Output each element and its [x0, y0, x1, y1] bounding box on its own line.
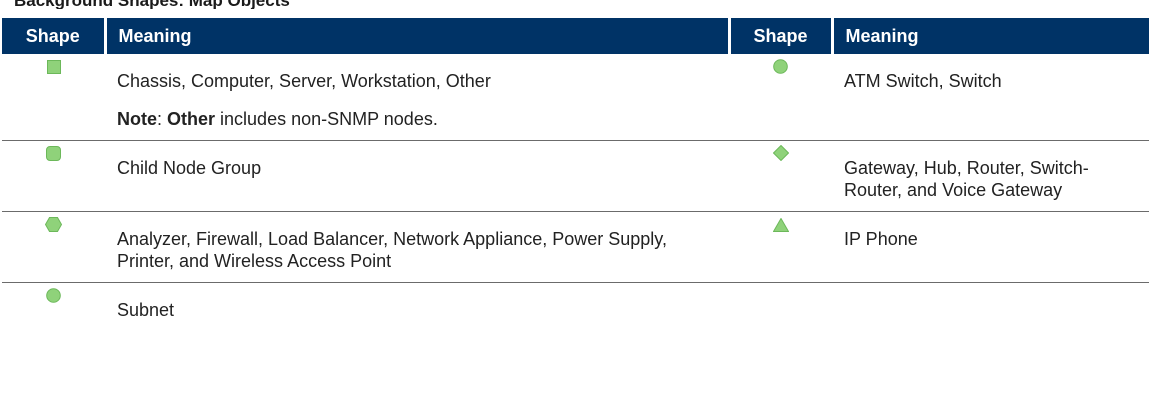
- square-icon: [46, 60, 61, 74]
- empty-cell: [729, 283, 832, 332]
- circle-icon: [773, 59, 788, 74]
- note-term: Other: [167, 109, 216, 129]
- shape-column-header: Shape: [727, 18, 832, 54]
- shape-cell: [729, 140, 832, 212]
- shape-column-header: Shape: [2, 18, 105, 54]
- meaning-cell: IP Phone: [832, 211, 1149, 283]
- shape-cell: [729, 54, 832, 141]
- note-label: Note: [117, 109, 157, 129]
- diamond-icon: [772, 145, 789, 161]
- triangle-icon: [772, 218, 789, 232]
- table-row: Analyzer, Firewall, Load Balancer, Netwo…: [2, 211, 1149, 283]
- shape-cell: [2, 140, 105, 212]
- table-caption: Background Shapes: Map Objects: [14, 0, 290, 9]
- shape-cell: [2, 54, 105, 141]
- note-separator: :: [157, 109, 168, 129]
- shape-cell: [2, 283, 105, 332]
- note-paragraph: Note: Other includes non-SNMP nodes.: [117, 108, 717, 130]
- meaning-cell: ATM Switch, Switch: [832, 54, 1149, 141]
- meaning-column-header: Meaning: [103, 18, 729, 54]
- note-text: includes non-SNMP nodes.: [215, 109, 438, 129]
- rounded-square-icon: [46, 146, 61, 161]
- hexagon-icon: [45, 217, 62, 232]
- meaning-column-header: Meaning: [830, 18, 1149, 54]
- table-row: Subnet: [2, 283, 1149, 332]
- meaning-cell: Chassis, Computer, Server, Workstation, …: [105, 54, 729, 141]
- circle-icon: [46, 288, 61, 303]
- table-row: Chassis, Computer, Server, Workstation, …: [2, 54, 1149, 141]
- shape-legend-table: Shape Meaning Shape Meaning Chassis, Com…: [2, 18, 1149, 331]
- meaning-cell: Gateway, Hub, Router, Switch-Router, and…: [832, 140, 1149, 212]
- shape-cell: [729, 211, 832, 283]
- header-row: Shape Meaning Shape Meaning: [2, 18, 1149, 54]
- meaning-cell: Subnet: [117, 300, 175, 320]
- meaning-cell: Analyzer, Firewall, Load Balancer, Netwo…: [105, 211, 729, 283]
- meaning-text: Chassis, Computer, Server, Workstation, …: [117, 71, 491, 91]
- shape-cell: [2, 211, 105, 283]
- empty-cell: [832, 283, 1149, 332]
- table-row: Child Node Group Gateway, Hub, Router, S…: [2, 140, 1149, 212]
- meaning-cell: Child Node Group: [105, 140, 729, 212]
